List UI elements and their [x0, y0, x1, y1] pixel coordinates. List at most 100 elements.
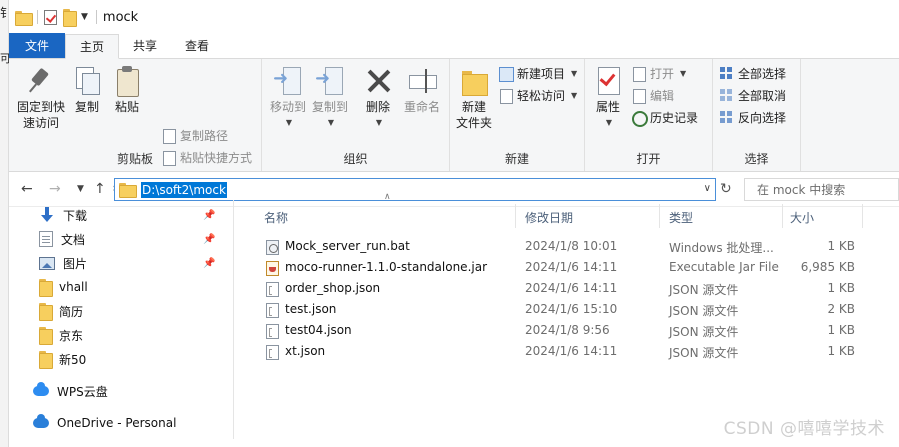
group-label-organize: 组织	[343, 152, 368, 166]
new-item-button[interactable]: 新建项目 ▼	[498, 65, 577, 82]
edit-button[interactable]: 编辑	[631, 87, 674, 104]
pin-to-quick-access-button[interactable]: 固定到快 速访问	[15, 65, 67, 131]
file-size: 1 KB	[827, 344, 855, 358]
pin-icon[interactable]: 📌	[203, 210, 215, 221]
delete-dropdown-icon: ▼	[375, 118, 383, 127]
title-separator	[95, 10, 97, 24]
copy-button[interactable]: 复制	[71, 65, 103, 115]
file-date: 2024/1/6 15:10	[525, 302, 618, 316]
nav-item-new50[interactable]: 新50	[39, 348, 86, 370]
refresh-icon[interactable]: ↻	[720, 181, 732, 197]
up-arrow-icon[interactable]: ↑	[94, 181, 106, 197]
move-to-label: 移动到	[269, 100, 306, 114]
move-to-button[interactable]: 移动到 ▼	[268, 65, 308, 131]
watermark: CSDN @嘻嘻学技术	[723, 419, 885, 439]
nav-item-wps-cloud[interactable]: WPS云盘	[33, 380, 108, 402]
move-to-dropdown-icon: ▼	[285, 118, 293, 127]
paste-button[interactable]: 粘贴	[111, 65, 143, 115]
delete-button[interactable]: 删除 ▼	[362, 65, 394, 131]
invert-selection-icon	[719, 110, 734, 125]
new-item-label: 新建项目	[517, 67, 566, 81]
address-input[interactable]: D:\soft2\mock ∨	[114, 178, 716, 201]
back-arrow-icon[interactable]: ←	[21, 181, 33, 197]
history-label: 历史记录	[650, 111, 699, 125]
select-all-icon	[719, 66, 734, 81]
move-to-icon	[273, 65, 303, 97]
select-all-button[interactable]: 全部选择	[719, 65, 786, 82]
json-file-icon	[266, 324, 279, 339]
file-row[interactable]: test.json 2024/1/6 15:10 JSON 源文件 2 KB	[262, 300, 882, 321]
pin-icon[interactable]: 📌	[203, 258, 215, 269]
file-row[interactable]: test04.json 2024/1/8 9:56 JSON 源文件 1 KB	[262, 321, 882, 342]
json-file-icon	[266, 282, 279, 297]
file-row[interactable]: xt.json 2024/1/6 14:11 JSON 源文件 1 KB	[262, 342, 882, 363]
pin-icon[interactable]: 📌	[203, 234, 215, 245]
tab-share[interactable]: 共享	[119, 33, 171, 58]
tab-view[interactable]: 查看	[171, 33, 223, 58]
nav-item-downloads[interactable]: 下载	[39, 204, 87, 226]
pin-icon	[26, 65, 56, 97]
properties-button[interactable]: 属性 ▼	[591, 65, 625, 131]
open-button[interactable]: 打开 ▼	[631, 65, 686, 82]
column-header-name[interactable]: 名称	[264, 207, 288, 227]
file-row[interactable]: moco-runner-1.1.0-standalone.jar 2024/1/…	[262, 258, 882, 279]
copy-to-label: 复制到	[311, 100, 348, 114]
column-header-type[interactable]: 类型	[669, 207, 693, 227]
file-row[interactable]: Mock_server_run.bat 2024/1/8 10:01 Windo…	[262, 237, 882, 258]
file-name: moco-runner-1.1.0-standalone.jar	[285, 260, 488, 274]
new-folder-button[interactable]: 新建 文件夹	[454, 65, 494, 131]
nav-item-onedrive[interactable]: OneDrive - Personal	[33, 412, 176, 434]
history-button[interactable]: 历史记录	[631, 109, 699, 127]
recent-locations-chevron-icon[interactable]: ▼	[77, 184, 84, 194]
new-folder-icon[interactable]	[63, 9, 77, 27]
search-input[interactable]: 在 mock 中搜索	[744, 178, 899, 201]
file-type: JSON 源文件	[669, 283, 739, 297]
history-icon	[631, 110, 648, 127]
easy-access-dropdown-icon: ▼	[571, 91, 578, 100]
tab-file[interactable]: 文件	[9, 33, 65, 58]
group-label-clipboard: 剪贴板	[116, 152, 153, 166]
copy-label: 复制	[74, 100, 99, 114]
file-date: 2024/1/6 14:11	[525, 260, 618, 274]
group-new: 新建 文件夹 新建项目 ▼ 轻松访问 ▼ 新建	[450, 59, 585, 171]
file-date: 2024/1/8 9:56	[525, 323, 610, 337]
nav-item-resume[interactable]: 简历	[39, 300, 83, 322]
column-divider[interactable]	[782, 204, 783, 228]
column-header-size[interactable]: 大小	[790, 207, 814, 227]
properties-check-icon[interactable]	[44, 9, 57, 25]
nav-item-documents[interactable]: 文档	[39, 228, 85, 250]
invert-selection-button[interactable]: 反向选择	[719, 109, 786, 126]
onedrive-cloud-icon	[33, 414, 49, 428]
open-dropdown-icon: ▼	[680, 69, 687, 78]
copy-to-button[interactable]: 复制到 ▼	[310, 65, 350, 131]
copy-path-button[interactable]: 复制路径	[161, 127, 228, 144]
address-path[interactable]: D:\soft2\mock	[141, 181, 227, 198]
nav-item-jingdong[interactable]: 京东	[39, 324, 83, 346]
tab-home[interactable]: 主页	[65, 34, 120, 59]
jar-file-icon	[266, 261, 279, 276]
properties-dropdown-icon: ▼	[605, 118, 613, 127]
group-label-open: 打开	[636, 152, 661, 166]
folder-icon	[39, 303, 53, 321]
column-header-date[interactable]: 修改日期	[525, 207, 573, 227]
nav-item-pictures[interactable]: 图片	[39, 252, 87, 274]
select-none-button[interactable]: 全部取消	[719, 87, 786, 104]
address-history-dropdown-icon[interactable]: ∨	[704, 183, 711, 194]
forward-arrow-icon[interactable]: →	[49, 181, 61, 197]
new-folder-label-line2: 文件夹	[455, 116, 492, 130]
nav-item-vhall[interactable]: vhall	[39, 276, 88, 298]
invert-selection-label: 反向选择	[738, 111, 787, 125]
easy-access-button[interactable]: 轻松访问 ▼	[498, 87, 577, 104]
group-clipboard: 固定到快 速访问 复制 粘贴 复制路径 粘贴快捷方式 剪切	[9, 59, 262, 199]
column-divider[interactable]	[515, 204, 516, 228]
new-item-icon	[498, 66, 514, 82]
rename-button[interactable]: 重命名	[400, 65, 444, 115]
column-divider[interactable]	[862, 204, 863, 228]
column-divider[interactable]	[659, 204, 660, 228]
nav-item-label: 图片	[63, 256, 88, 271]
customize-toolbar-dropdown-icon[interactable]: ▼	[81, 12, 88, 22]
rename-icon	[407, 65, 437, 97]
file-size: 1 KB	[827, 239, 855, 253]
file-row[interactable]: order_shop.json 2024/1/6 14:11 JSON 源文件 …	[262, 279, 882, 300]
folder-icon	[39, 279, 53, 297]
